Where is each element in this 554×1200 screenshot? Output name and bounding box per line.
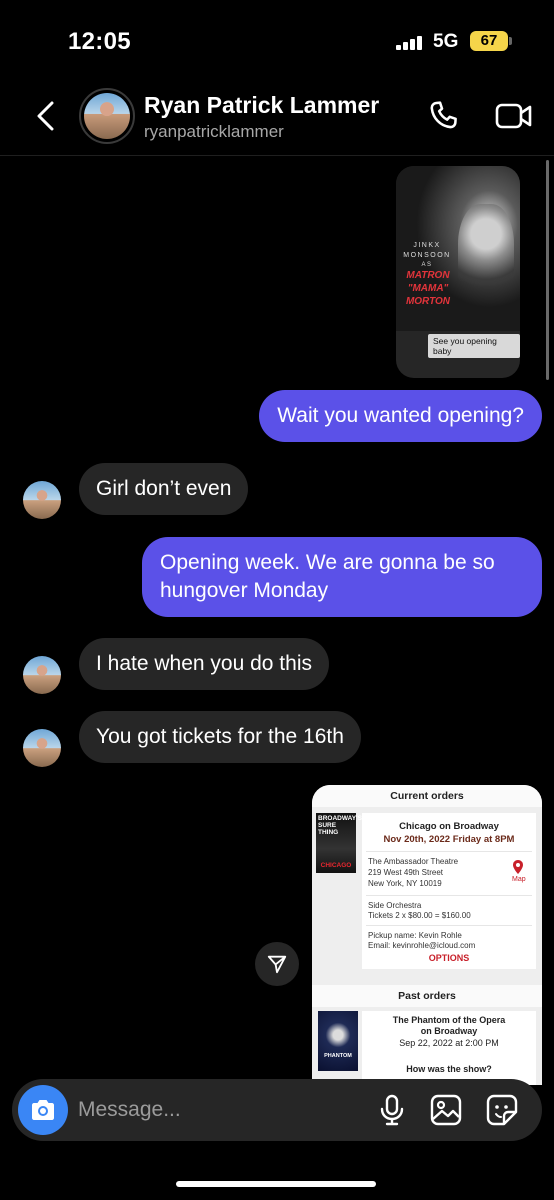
share-button[interactable]	[255, 942, 299, 986]
options-label: OPTIONS	[428, 953, 470, 963]
chicago-poster-thumbnail: BROADWAY'S SURE THING CHICAGO	[316, 813, 362, 873]
current-orders-header: Current orders	[312, 785, 542, 807]
divider	[366, 895, 532, 896]
poster-title: MATRON	[406, 270, 450, 281]
sender-avatar[interactable]	[23, 481, 61, 519]
map-label: Map	[512, 876, 526, 883]
camera-button[interactable]	[18, 1085, 68, 1135]
chevron-left-icon	[37, 101, 54, 131]
status-time: 12:05	[68, 28, 131, 55]
orders-list: BROADWAY'S SURE THING CHICAGO Chicago on…	[312, 807, 542, 1085]
message-bubble-sent[interactable]: Wait you wanted opening?	[259, 390, 542, 442]
message-bubble-sent[interactable]: Opening week. We are gonna be so hungove…	[142, 537, 542, 617]
sender-avatar[interactable]	[23, 729, 61, 767]
send-icon	[267, 955, 287, 974]
contact-name[interactable]: Ryan Patrick Lammer	[144, 92, 379, 119]
message-bubble-received[interactable]: Girl don’t even	[79, 463, 249, 515]
network-type: 5G	[433, 31, 459, 52]
venue-street: 219 West 49th Street	[368, 868, 444, 877]
camera-icon	[32, 1100, 54, 1120]
message-bubble-received[interactable]: I hate when you do this	[79, 638, 329, 690]
past-order-show-sub: on Broadway	[420, 1026, 478, 1036]
past-order-date: Sep 22, 2022 at 2:00 PM	[399, 1038, 499, 1048]
past-order-card: The Phantom of the Opera on Broadway Sep…	[362, 1011, 536, 1085]
video-camera-icon	[495, 103, 532, 129]
past-order-show: The Phantom of the Opera	[392, 1015, 506, 1025]
order-show: Chicago on Broadway	[399, 821, 499, 832]
back-button[interactable]	[26, 96, 66, 136]
poster-text: MONSOON	[403, 252, 451, 259]
sticker-icon	[486, 1094, 518, 1126]
status-bar: 12:05 5G 67	[0, 0, 554, 80]
divider	[366, 925, 532, 926]
message-composer	[12, 1079, 542, 1141]
poster-portrait	[458, 204, 514, 304]
pickup-email: Email: kevinrohle@icloud.com	[368, 941, 476, 950]
story-reply-card[interactable]: JINKX MONSOON AS MATRON "MAMA" MORTON Se…	[396, 166, 520, 378]
battery-icon: 67	[470, 31, 508, 51]
map-pin-icon	[513, 860, 523, 874]
contact-handle[interactable]: ryanpatricklammer	[144, 122, 284, 142]
cellular-signal-icon	[396, 36, 424, 50]
voice-call-button[interactable]	[424, 96, 464, 136]
venue-city: New York, NY 10019	[368, 879, 442, 888]
poster-text: JINKX	[413, 242, 441, 249]
story-poster-image: JINKX MONSOON AS MATRON "MAMA" MORTON	[396, 166, 520, 331]
chat-header: Ryan Patrick Lammer ryanpatricklammer	[0, 80, 554, 156]
image-icon	[430, 1094, 462, 1126]
voice-message-button[interactable]	[374, 1092, 410, 1128]
seat-section: Side Orchestra	[368, 901, 422, 910]
poster-title: MORTON	[405, 296, 451, 307]
sender-avatar[interactable]	[23, 656, 61, 694]
pickup-name: Pickup name: Kevin Rohle	[368, 931, 462, 940]
ticket-price: Tickets 2 x $80.00 = $160.00	[368, 911, 471, 920]
poster-title: "MAMA"	[407, 283, 449, 294]
scrollbar[interactable]	[546, 160, 549, 380]
shared-image[interactable]: Current orders BROADWAY'S SURE THING CHI…	[312, 785, 542, 1085]
venue-name: The Ambassador Theatre	[368, 857, 459, 866]
message-bubble-received[interactable]: You got tickets for the 16th	[79, 711, 361, 763]
order-card: Chicago on Broadway Nov 20th, 2022 Frida…	[362, 813, 536, 969]
contact-avatar[interactable]	[79, 88, 135, 144]
sticker-button[interactable]	[484, 1092, 520, 1128]
gallery-button[interactable]	[428, 1092, 464, 1128]
thumbnail-text: PHANTOM	[324, 1053, 352, 1059]
home-indicator	[176, 1181, 376, 1187]
video-call-button[interactable]	[492, 96, 536, 136]
battery-tip	[509, 37, 512, 45]
thumbnail-text: BROADWAY'S SURE THING	[318, 815, 362, 836]
message-input[interactable]	[78, 1093, 358, 1127]
thumbnail-text: CHICAGO	[320, 862, 352, 869]
avatar-image	[84, 93, 130, 139]
phantom-poster-thumbnail: PHANTOM	[318, 1011, 358, 1071]
past-orders-header: Past orders	[312, 985, 542, 1007]
microphone-icon	[380, 1094, 404, 1126]
divider	[366, 851, 532, 852]
poster-text: AS	[421, 262, 433, 268]
past-order-question: How was the show?	[406, 1064, 492, 1074]
order-date: Nov 20th, 2022 Friday at 8PM	[383, 834, 515, 845]
story-reply-text: See you opening baby	[428, 334, 520, 358]
phone-icon	[430, 101, 457, 129]
